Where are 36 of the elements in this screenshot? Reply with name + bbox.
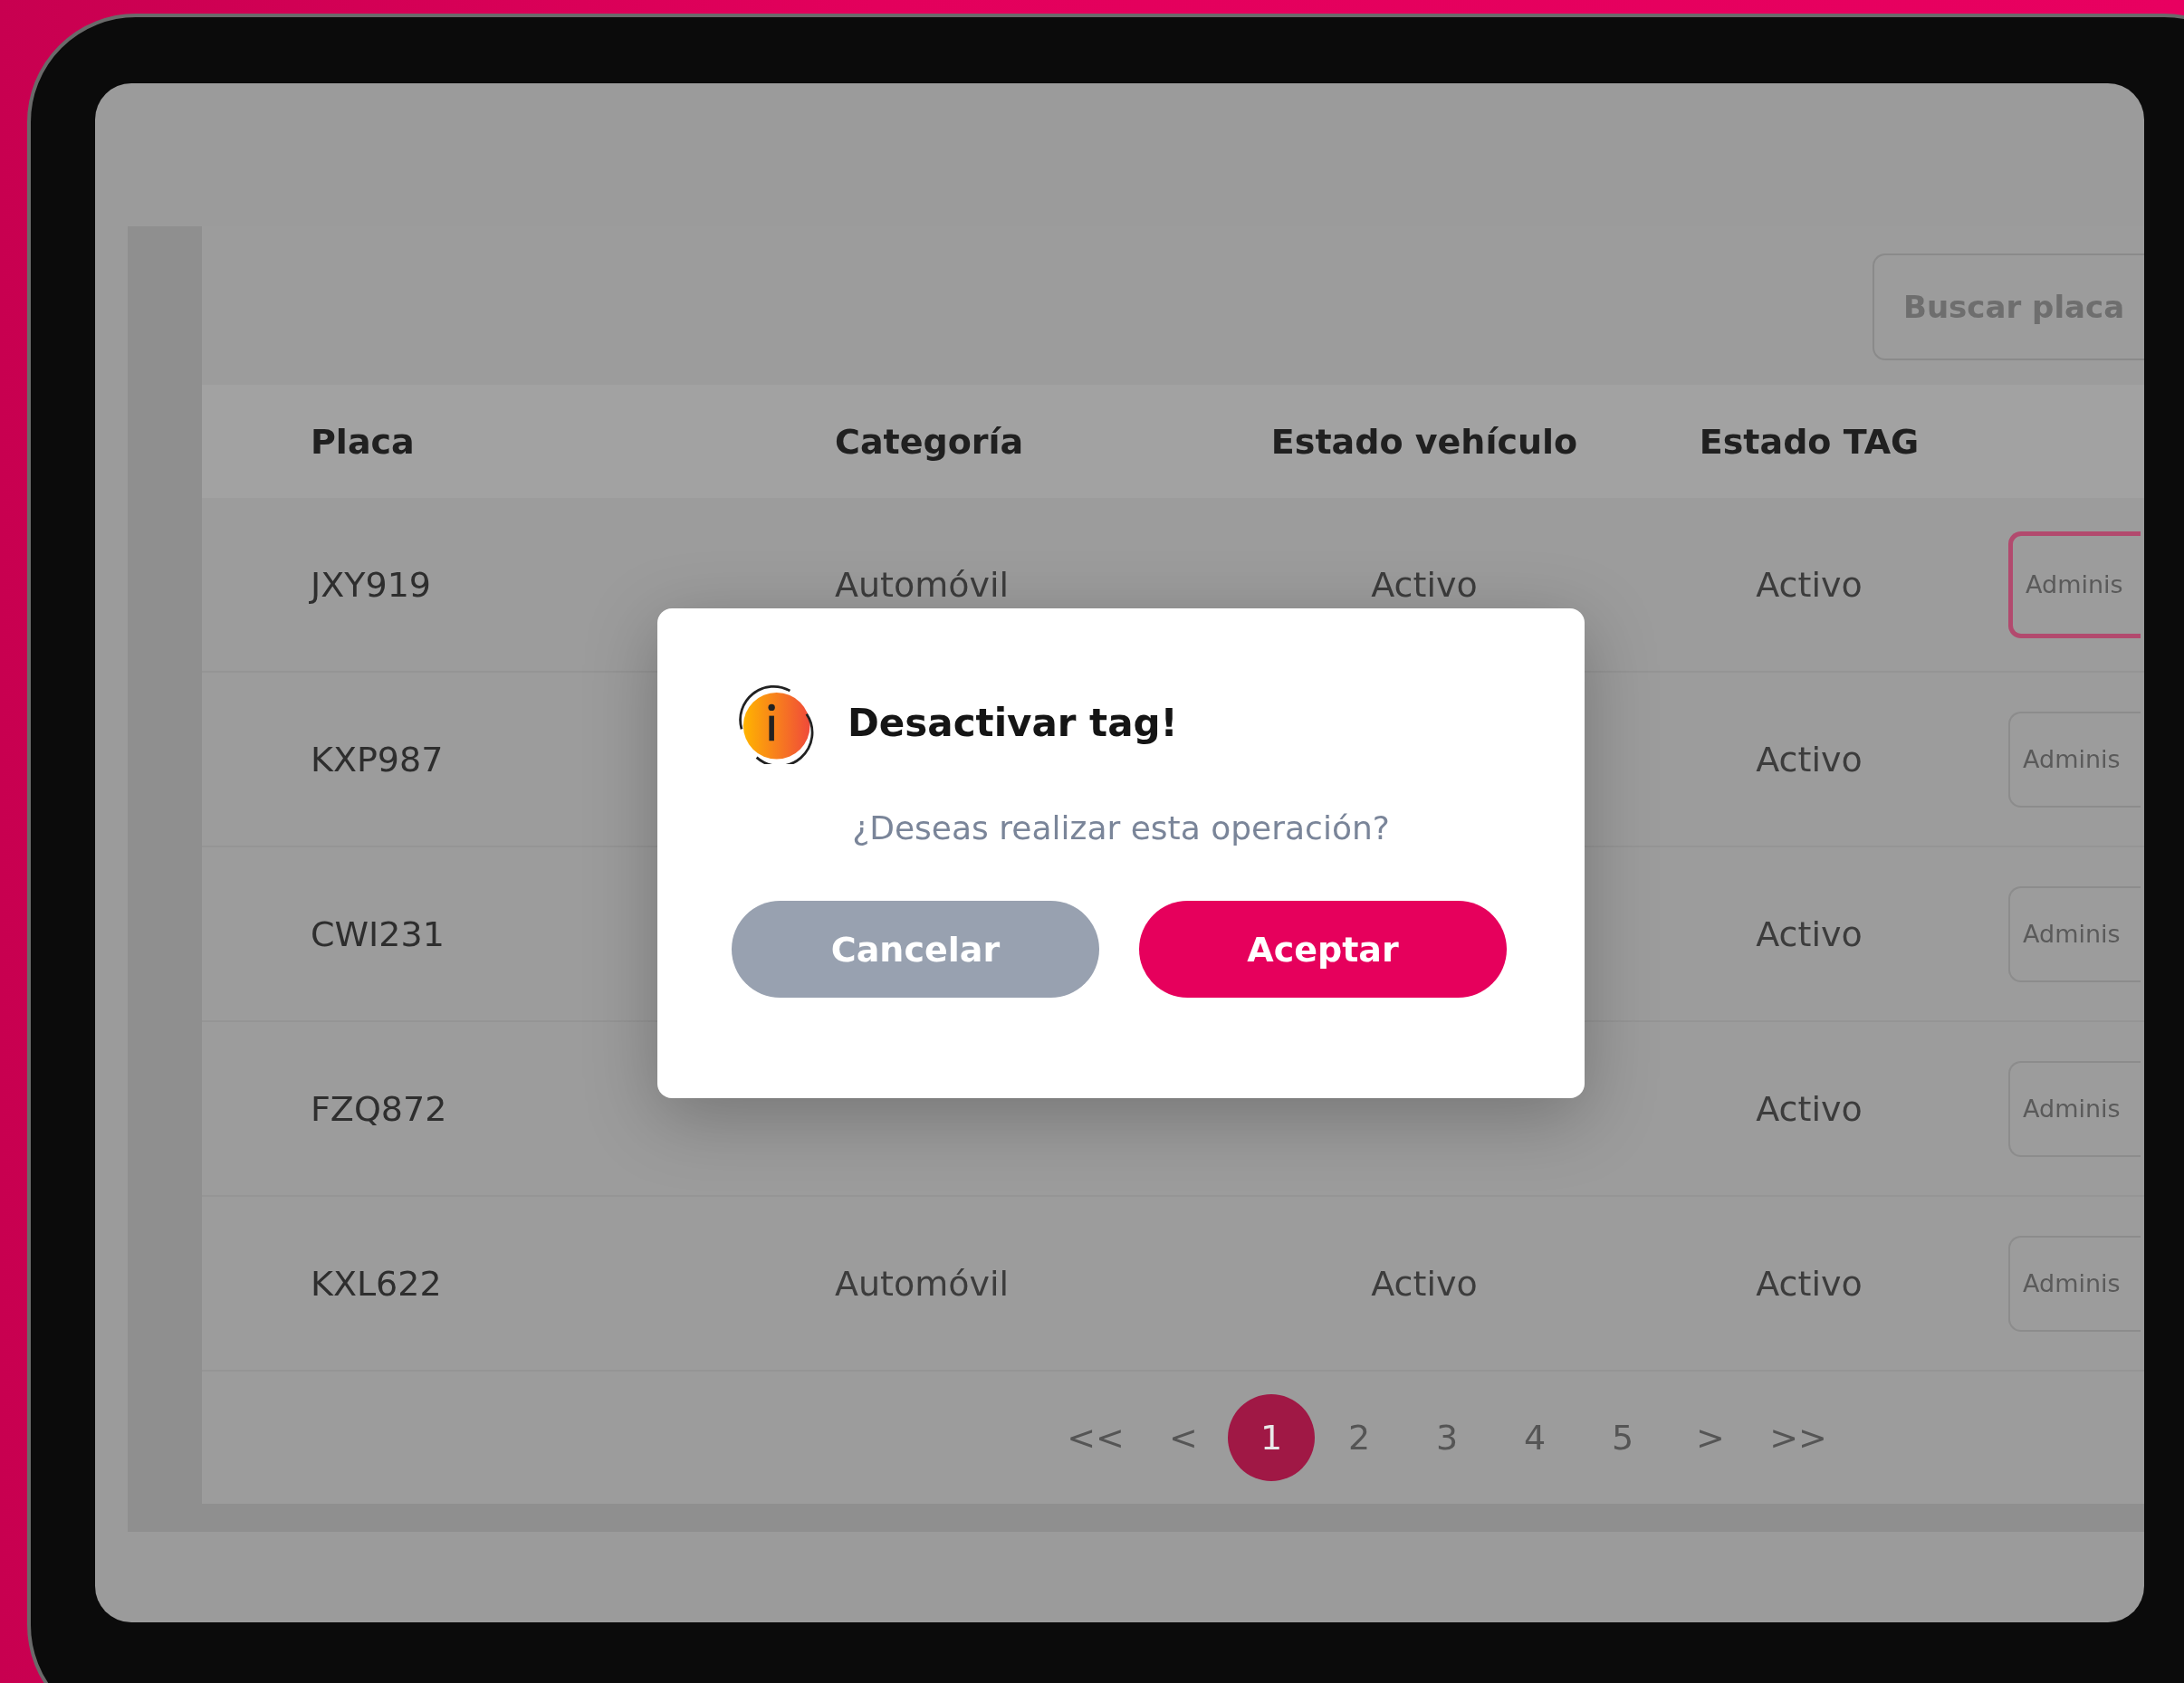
page-button[interactable]: 2	[1316, 1394, 1403, 1481]
column-header: Categoría	[835, 421, 1025, 462]
table-cell: Activo	[1756, 564, 1863, 605]
table-cell: Activo	[1371, 1263, 1478, 1304]
table-cell: Automóvil	[835, 1263, 1010, 1304]
manage-button[interactable]: Adminis	[2008, 1060, 2141, 1157]
manage-button[interactable]: Adminis	[2008, 1235, 2141, 1332]
last-page-button[interactable]: >>	[1755, 1394, 1842, 1481]
next-page-button[interactable]: >	[1667, 1394, 1754, 1481]
table-cell: Activo	[1756, 1088, 1863, 1129]
dialog-message: ¿Deseas realizar esta operación?	[851, 809, 1391, 846]
manage-button[interactable]: Adminis	[2008, 711, 2141, 808]
table-cell: Automóvil	[835, 564, 1010, 605]
column-header: Estado vehículo	[1269, 421, 1579, 462]
first-page-button[interactable]: <<	[1052, 1394, 1139, 1481]
table-cell-text: KXP987	[311, 739, 445, 779]
table-cell: Activo	[1371, 564, 1478, 605]
table-cell-text: JXY919	[311, 564, 432, 605]
page-button[interactable]: 4	[1491, 1394, 1578, 1481]
cancel-button[interactable]: Cancelar	[732, 901, 1099, 998]
page-button[interactable]: 5	[1579, 1394, 1666, 1481]
table-cell-text: KXL622	[311, 1263, 443, 1304]
table-cell: Activo	[1756, 1263, 1863, 1304]
manage-button[interactable]: Adminis	[2008, 885, 2141, 982]
table-cell-text: FZQ872	[311, 1088, 448, 1129]
previous-page-button[interactable]: <	[1140, 1394, 1227, 1481]
page-button[interactable]: 1	[1228, 1394, 1315, 1481]
column-header: Estado TAG	[1698, 421, 1921, 462]
dialog-title: Desactivar tag!	[848, 700, 1178, 745]
page-button[interactable]: 3	[1403, 1394, 1490, 1481]
accept-button[interactable]: Aceptar	[1139, 901, 1507, 998]
table-cell-text: CWI231	[311, 913, 445, 954]
table-cell: Activo	[1756, 913, 1863, 954]
manage-button[interactable]: Adminis	[2008, 531, 2141, 638]
column-header: Placa	[311, 421, 416, 462]
table-cell: Activo	[1756, 739, 1863, 779]
